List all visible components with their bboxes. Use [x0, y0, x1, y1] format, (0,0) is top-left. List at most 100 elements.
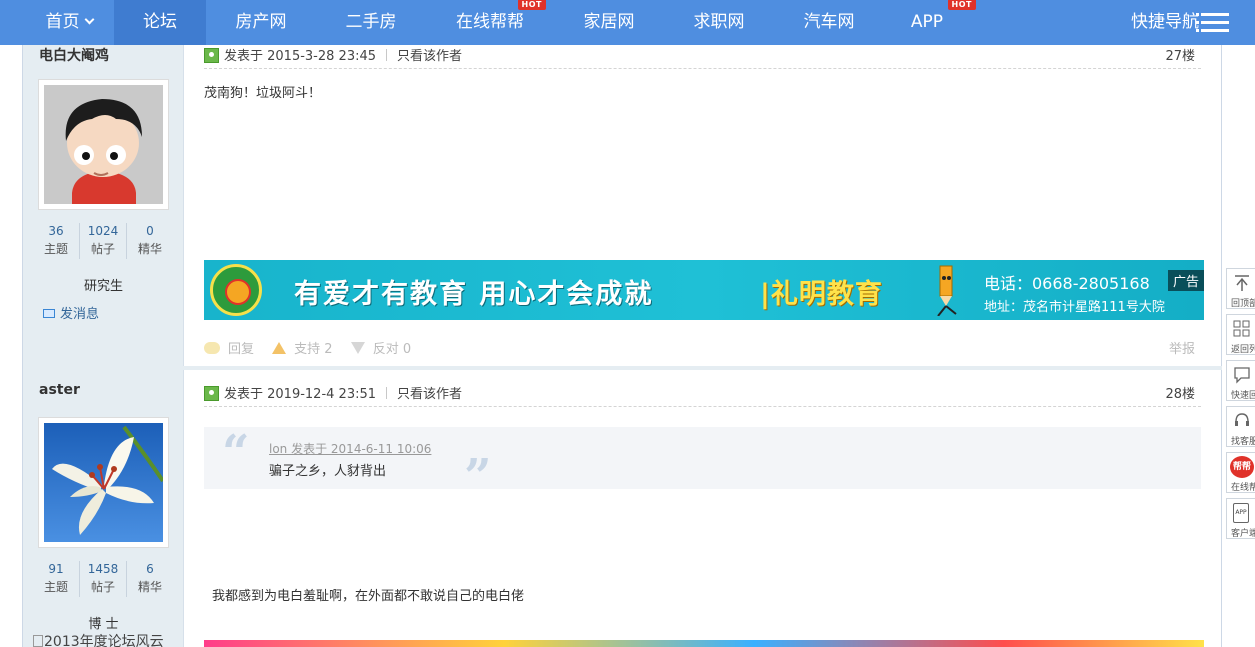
- ad-banner[interactable]: 有爱才有教育 用心才会成就 |礼明教育 电话：0668-2805168 地址：茂…: [204, 260, 1204, 320]
- stat-digest-count: 0: [146, 224, 154, 238]
- quote-text: 骗子之乡，人豺背出: [269, 464, 387, 479]
- floor-number[interactable]: 27楼: [1165, 45, 1195, 64]
- nav-online-help-label: 在线帮帮: [456, 12, 524, 32]
- stat-threads-label: 主题: [43, 242, 68, 256]
- menu-icon[interactable]: [1196, 13, 1229, 32]
- stat-posts-count: 1024: [87, 224, 119, 238]
- headset-icon: [1235, 413, 1249, 426]
- thumb-up-icon: [272, 342, 287, 354]
- nav-forum-label: 论坛: [143, 12, 177, 32]
- thumb-down-icon: [350, 342, 365, 354]
- stat-posts-count: 1458: [87, 562, 119, 576]
- reply-button[interactable]: 回复: [204, 338, 254, 357]
- pencil-mascot-icon: [937, 265, 957, 316]
- support-button[interactable]: 支持 2: [272, 338, 333, 357]
- author-stats: 36 主题 1024 帖子 0 精华: [33, 223, 173, 259]
- post-divider: [23, 366, 1222, 370]
- back-to-top-button[interactable]: 回顶部: [1226, 268, 1255, 309]
- medal-image[interactable]: 2013年度论坛风云: [33, 631, 173, 647]
- user-rank: 研究生: [83, 279, 123, 294]
- chevron-down-icon: [84, 14, 94, 25]
- nav-cars[interactable]: 汽车网: [784, 0, 874, 45]
- top-nav: 首页 论坛 房产网 二手房 在线帮帮 HOT 家居网 求职网 汽车网 APP H…: [0, 0, 1255, 45]
- online-help-button[interactable]: 帮帮 在线帮帮: [1226, 452, 1255, 493]
- stat-posts[interactable]: 1458 帖子: [80, 561, 127, 597]
- user-online-icon: [204, 386, 219, 401]
- floor-number[interactable]: 28楼: [1165, 383, 1195, 402]
- nav-home-decor[interactable]: 家居网: [564, 0, 654, 45]
- stat-digest-label: 精华: [137, 242, 162, 256]
- ad-brand: |礼明教育: [760, 279, 883, 310]
- post-content: 茂南狗！垃圾阿斗！: [204, 86, 322, 101]
- nav-home[interactable]: 首页: [24, 0, 114, 45]
- stat-threads[interactable]: 36 主题: [33, 223, 80, 259]
- nav-home-label: 首页: [45, 12, 80, 32]
- right-toolbar: 回顶部 返回列表 快速回复 找客服 帮帮 在线帮帮 APP 客户端: [1226, 268, 1255, 544]
- back-to-list-button[interactable]: 返回列表: [1226, 314, 1255, 355]
- online-help-label: 在线帮帮: [1231, 483, 1255, 493]
- user-online-icon: [204, 48, 219, 63]
- stat-posts[interactable]: 1024 帖子: [80, 223, 127, 259]
- broken-image-icon: [33, 635, 43, 647]
- author-name[interactable]: aster: [39, 382, 80, 398]
- oppose-button[interactable]: 反对 0: [350, 338, 412, 357]
- bangbang-icon: 帮帮: [1230, 456, 1254, 478]
- nav-second-house-label: 二手房: [345, 12, 397, 32]
- nav-house-label: 房产网: [235, 12, 287, 32]
- nav-jobs-label: 求职网: [693, 12, 745, 32]
- post-time: 发表于 2019-12-4 23:51: [224, 387, 377, 402]
- stat-threads-count: 36: [48, 224, 64, 238]
- post-header: 发表于 2019-12-4 23:51 只看该作者 28楼: [204, 383, 1201, 407]
- quick-reply-button[interactable]: 快速回复: [1226, 360, 1255, 401]
- ad-tag: 广告: [1167, 270, 1204, 291]
- support-label: 支持 2: [294, 342, 333, 357]
- post-actions: 回复 支持 2 反对 0 举报: [204, 338, 1201, 357]
- hot-badge: HOT: [947, 0, 976, 10]
- nav-app-label: APP: [910, 12, 944, 32]
- post-header: 发表于 2015-3-28 23:45 只看该作者 27楼: [204, 45, 1201, 69]
- nav-cars-label: 汽车网: [803, 12, 855, 32]
- quote-source-link[interactable]: lon 发表于 2014-6-11 10:06: [269, 440, 431, 457]
- quote-close-icon: ”: [464, 449, 492, 505]
- reply-label: 回复: [228, 342, 255, 357]
- author-stats: 91 主题 1458 帖子 6 精华: [33, 561, 173, 597]
- nav-house[interactable]: 房产网: [216, 0, 306, 45]
- app-client-button[interactable]: APP 客户端: [1226, 498, 1255, 539]
- nav-jobs[interactable]: 求职网: [674, 0, 764, 45]
- grid-list-icon: [1233, 320, 1250, 337]
- stat-digest-label: 精华: [137, 580, 162, 594]
- app-icon: APP: [1233, 503, 1249, 523]
- cartoon-boy-avatar: [44, 85, 163, 204]
- avatar[interactable]: [38, 417, 169, 548]
- school-logo-icon: [210, 264, 262, 316]
- thread-frame: 电白大阉鸡 36 主题 1024 帖子 0 精华 研究生 发消息 发表于 2015-3…: [22, 45, 1222, 647]
- bangbang-badge-text: 帮帮: [1232, 462, 1251, 472]
- arrow-up-icon: [1235, 275, 1249, 291]
- nav-app[interactable]: APP HOT: [894, 0, 976, 45]
- stat-digest[interactable]: 0 精华: [127, 223, 173, 259]
- report-button[interactable]: 举报: [1169, 338, 1195, 357]
- chat-bubble-icon: [1234, 367, 1250, 384]
- nav-online-help[interactable]: 在线帮帮 HOT: [444, 0, 546, 45]
- customer-service-button[interactable]: 找客服: [1226, 406, 1255, 447]
- nav-second-house[interactable]: 二手房: [326, 0, 416, 45]
- app-badge-text: APP: [1235, 509, 1247, 516]
- stat-threads[interactable]: 91 主题: [33, 561, 80, 597]
- only-author-link[interactable]: 只看该作者: [397, 49, 462, 64]
- stat-threads-count: 91: [48, 562, 64, 576]
- avatar[interactable]: [38, 79, 169, 210]
- oppose-label: 反对 0: [372, 342, 412, 357]
- lily-flower-avatar: [44, 423, 163, 542]
- reply-icon: [204, 342, 220, 354]
- stat-digest[interactable]: 6 精华: [127, 561, 173, 597]
- user-rank: 博 士: [88, 617, 119, 632]
- stat-digest-count: 6: [146, 562, 154, 576]
- author-name[interactable]: 电白大阉鸡: [39, 45, 109, 65]
- stat-posts-label: 帖子: [90, 242, 115, 256]
- send-message-link[interactable]: 发消息: [43, 303, 99, 322]
- quick-nav[interactable]: 快捷导航: [1131, 0, 1199, 45]
- envelope-icon: [43, 309, 55, 318]
- nav-forum[interactable]: 论坛: [114, 0, 206, 45]
- only-author-link[interactable]: 只看该作者: [397, 387, 462, 402]
- ad-banner-2[interactable]: [204, 640, 1204, 647]
